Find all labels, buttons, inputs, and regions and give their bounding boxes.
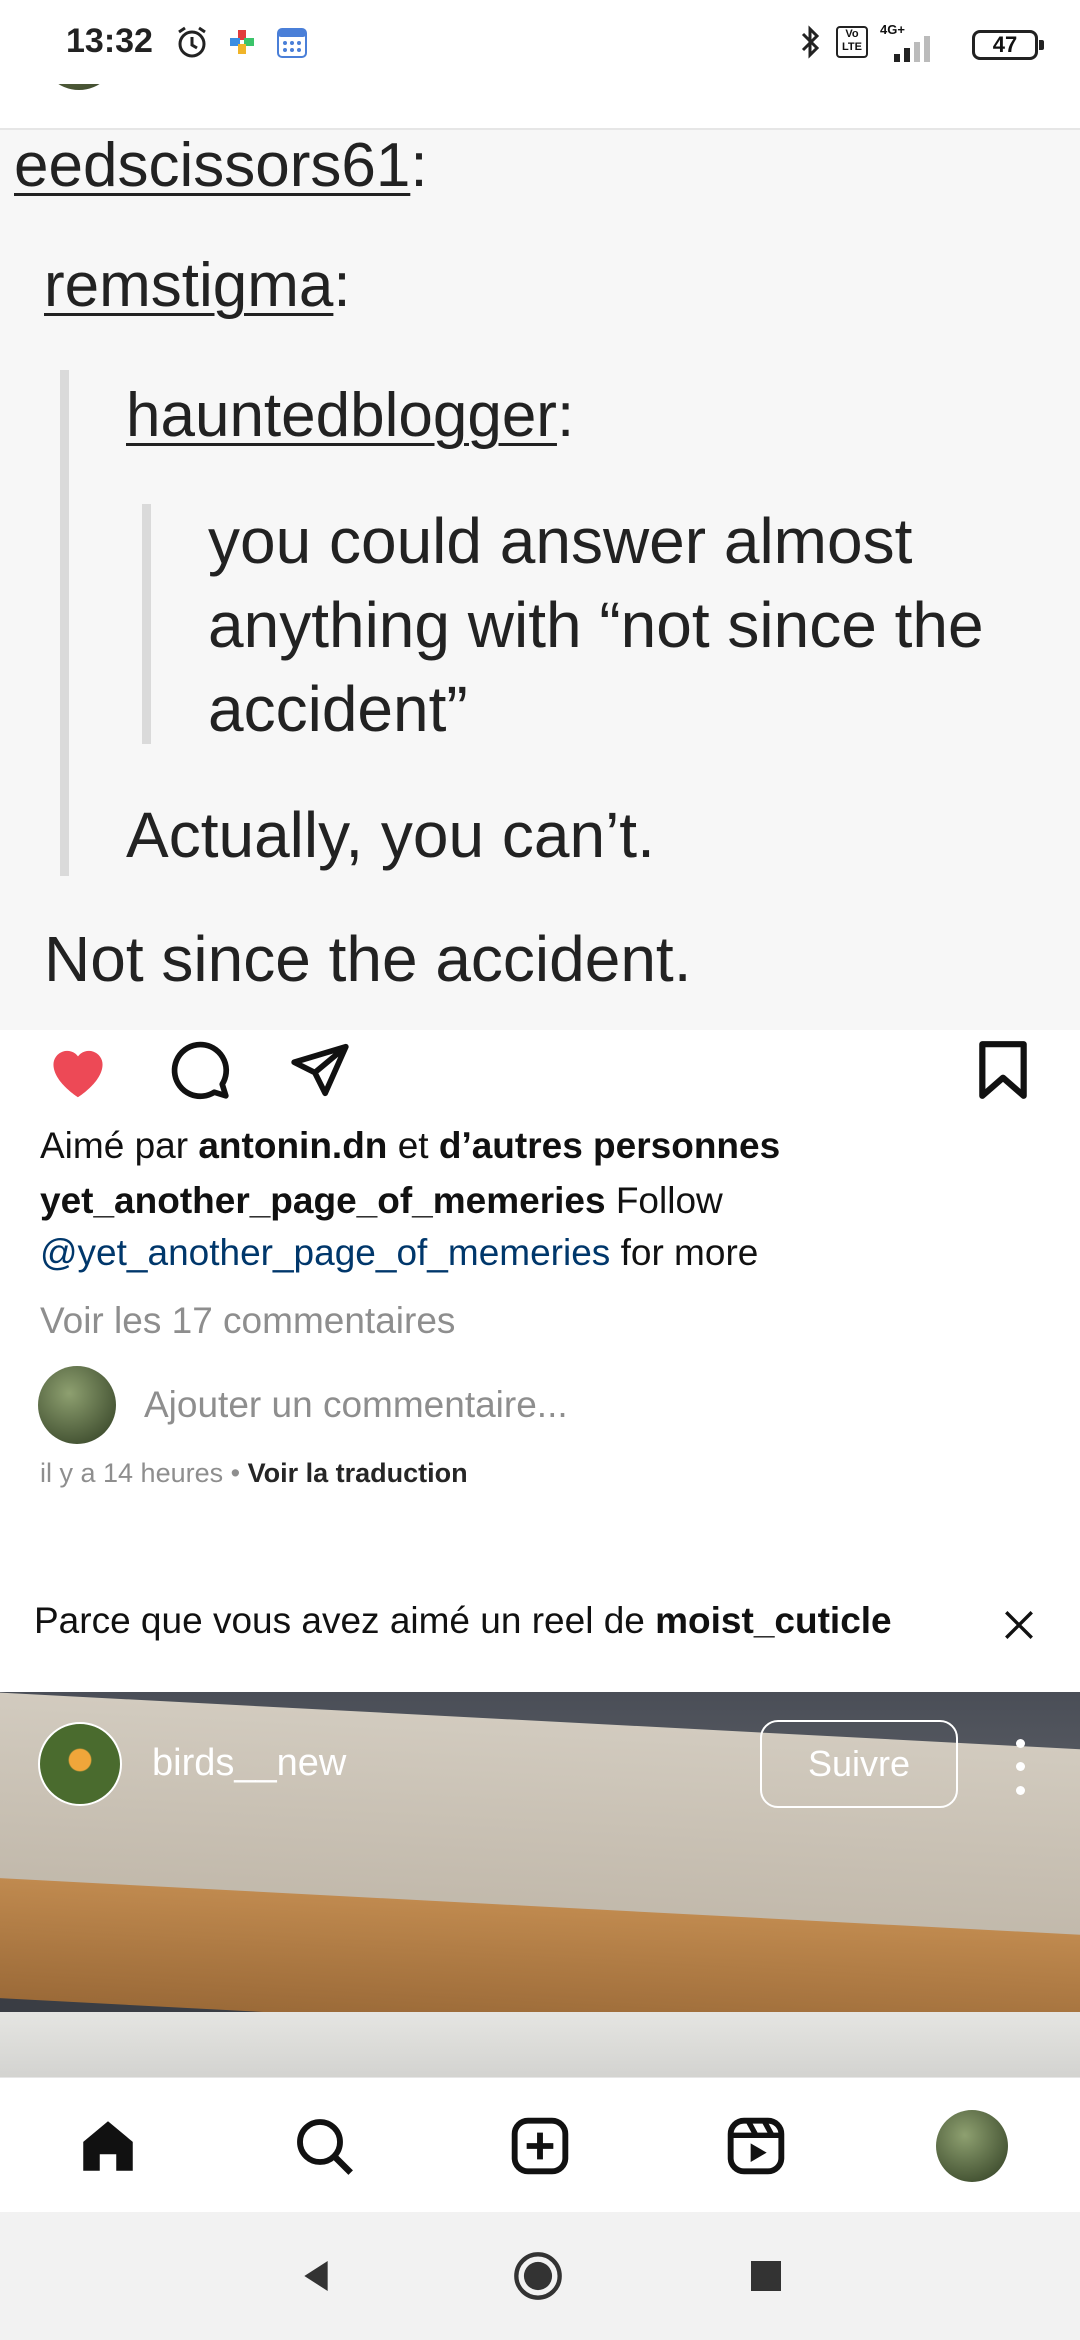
post-actions-bar	[0, 1030, 1080, 1130]
suggestion-row: Parce que vous avez aimé un reel de mois…	[34, 1600, 1044, 1660]
post-caption: yet_another_page_of_memeries Follow	[40, 1180, 723, 1221]
alarm-icon	[172, 22, 212, 62]
reels-icon	[727, 2117, 785, 2175]
view-comments-link[interactable]: Voir les 17 commentaires	[40, 1300, 455, 1342]
status-bar: 13:32 Vo LTE 4G+ 47	[0, 0, 1080, 84]
nav-reels[interactable]	[720, 2110, 792, 2182]
home-system-button[interactable]	[512, 2250, 564, 2302]
back-button[interactable]	[290, 2250, 342, 2302]
nav-home[interactable]	[72, 2110, 144, 2182]
caption-username[interactable]: yet_another_page_of_memeries	[40, 1180, 606, 1221]
volte-icon: Vo LTE	[834, 22, 870, 62]
comment-input[interactable]: Ajouter un commentaire...	[144, 1384, 568, 1426]
liked-by-user[interactable]: antonin.dn	[198, 1125, 387, 1166]
meme-quote-line-2: anything with “not since the	[208, 589, 984, 661]
home-circle-icon	[514, 2252, 562, 2300]
bottom-navigation	[0, 2077, 1080, 2212]
add-post-icon	[511, 2117, 569, 2175]
post-image[interactable]: eedscissors61: remstigma: hauntedblogger…	[0, 130, 1080, 1030]
comment-icon	[171, 1041, 229, 1099]
meme-quote-line-1: you could answer almost	[208, 505, 913, 577]
reel-preview[interactable]: birds__new Suivre	[0, 1692, 1080, 2077]
status-time: 13:32	[66, 22, 153, 60]
close-icon	[1005, 1611, 1033, 1639]
recents-button[interactable]	[740, 2250, 792, 2302]
home-icon	[83, 2121, 133, 2171]
back-icon	[304, 2261, 328, 2291]
follow-button[interactable]: Suivre	[760, 1720, 958, 1808]
bluetooth-icon	[796, 22, 826, 62]
quote-bar-outer	[60, 370, 69, 876]
suggestion-user[interactable]: moist_cuticle	[655, 1600, 891, 1641]
signal-icon: 4G+	[880, 22, 942, 62]
nav-create[interactable]	[504, 2110, 576, 2182]
meme-reply-1: Actually, you can’t.	[126, 799, 655, 871]
instagram-feed-screen: 13:32 Vo LTE 4G+ 47 yet_another_page_of_…	[0, 0, 1080, 2340]
send-icon	[291, 1043, 349, 1097]
post-meta: il y a 14 heures • Voir la traduction	[40, 1458, 468, 1488]
post-caption-line-2: @yet_another_page_of_memeries for more	[40, 1232, 759, 1273]
meme-reply-2: Not since the accident.	[44, 923, 692, 995]
like-button[interactable]	[38, 1030, 118, 1110]
post-time: il y a 14 heures	[40, 1458, 224, 1488]
meme-user-3: hauntedblogger:	[126, 381, 575, 450]
bookmark-icon	[979, 1041, 1027, 1099]
dismiss-suggestion-button[interactable]	[994, 1600, 1044, 1650]
profile-avatar	[936, 2110, 1008, 2182]
system-navigation-bar	[0, 2212, 1080, 2340]
share-button[interactable]	[280, 1030, 360, 1110]
heart-icon	[53, 1050, 103, 1098]
comment-button[interactable]	[160, 1030, 240, 1110]
save-button[interactable]	[963, 1030, 1043, 1110]
search-icon	[297, 2119, 353, 2175]
add-comment-row[interactable]: Ajouter un commentaire...	[38, 1366, 1038, 1446]
reel-bottom-area	[0, 2012, 1080, 2077]
meme-quote-line-3: accident”	[208, 673, 468, 745]
recents-icon	[751, 2261, 781, 2291]
meme-user-1: eedscissors61:	[14, 131, 428, 200]
nav-search[interactable]	[288, 2110, 360, 2182]
reel-author-username[interactable]: birds__new	[152, 1742, 346, 1785]
reel-author-avatar[interactable]	[38, 1722, 122, 1806]
battery-indicator: 47	[972, 30, 1044, 60]
liked-by-others[interactable]: d’autres personnes	[439, 1125, 780, 1166]
meme-user-2: remstigma:	[44, 251, 351, 320]
more-options-icon[interactable]	[1000, 1732, 1040, 1802]
my-avatar	[38, 1366, 116, 1444]
caption-mention-link[interactable]: @yet_another_page_of_memeries	[40, 1232, 610, 1273]
translate-link[interactable]: Voir la traduction	[248, 1458, 468, 1488]
quote-bar-inner	[142, 504, 151, 744]
nav-profile[interactable]	[936, 2110, 1008, 2182]
app-icon	[224, 22, 260, 62]
calendar-icon	[272, 22, 312, 62]
likes-summary[interactable]: Aimé par antonin.dn et d’autres personne…	[40, 1125, 780, 1167]
